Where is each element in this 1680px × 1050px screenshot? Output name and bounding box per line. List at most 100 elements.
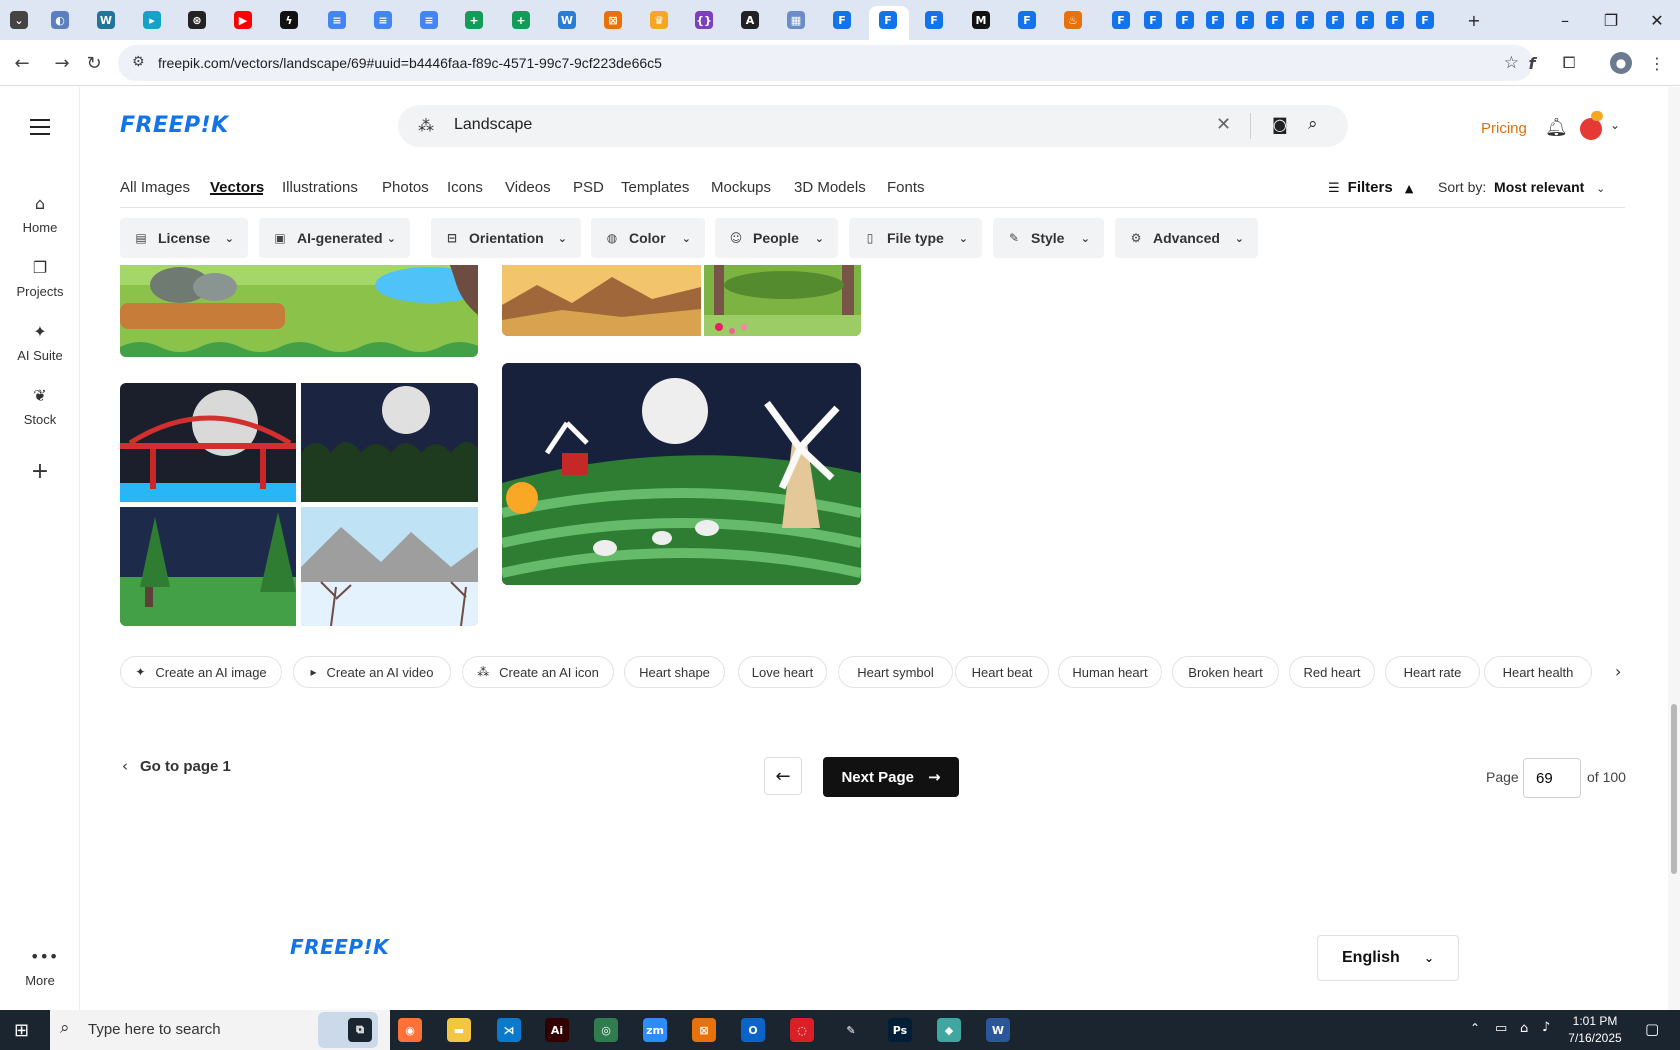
app-tab-icon[interactable]: ▸ [143, 11, 161, 29]
sheets-tab-icon[interactable]: + [465, 11, 483, 29]
close-window-button[interactable]: ✕ [1634, 8, 1680, 32]
related-tag[interactable]: ▸ Create an AI video [293, 656, 451, 688]
result-thumbnail[interactable] [120, 507, 296, 626]
freepik-tab-icon[interactable]: F [879, 11, 897, 29]
taskbar-clock[interactable]: 1:01 PM 7/16/2025 [1555, 1013, 1635, 1047]
sort-dropdown[interactable]: Sort by: Most relevant ⌄ [1438, 179, 1605, 195]
camera-search-icon[interactable]: ◙ [1272, 115, 1288, 134]
result-thumbnail[interactable] [301, 383, 478, 502]
sheets-tab-icon[interactable]: + [512, 11, 530, 29]
tab-videos[interactable]: Videos [505, 179, 551, 196]
tab-templates[interactable]: Templates [621, 179, 689, 196]
tab-mockups[interactable]: Mockups [711, 179, 771, 196]
tab-fonts[interactable]: Fonts [887, 179, 925, 196]
address-bar[interactable]: ⚙ freepik.com/vectors/landscape/69#uuid=… [118, 45, 1533, 81]
freepik-tab-icon[interactable]: F [1386, 11, 1404, 29]
language-selector[interactable]: English ⌄ [1317, 935, 1459, 981]
bolt-tab-icon[interactable]: ϟ [280, 11, 298, 29]
app-tab-icon[interactable]: A [741, 11, 759, 29]
search-type-icon[interactable]: ⁂ [418, 116, 434, 135]
tab-3d-models[interactable]: 3D Models [794, 179, 866, 196]
freepik-tab-icon[interactable]: F [1326, 11, 1344, 29]
related-tag[interactable]: Heart rate [1385, 656, 1480, 688]
wordpress-tab-icon[interactable]: W [97, 11, 115, 29]
result-thumbnail[interactable] [502, 363, 861, 585]
illustrator-icon[interactable]: Ai [545, 1018, 569, 1042]
related-tag[interactable]: Heart shape [624, 656, 725, 688]
clear-search-icon[interactable]: ✕ [1216, 114, 1231, 135]
extension-f-icon[interactable]: f [1521, 52, 1543, 74]
app-icon[interactable]: ◆ [937, 1018, 961, 1042]
new-tab-button[interactable]: + [1451, 8, 1497, 32]
freepik-tab-icon[interactable]: F [925, 11, 943, 29]
tab-photos[interactable]: Photos [382, 179, 429, 196]
browser-tab-icon[interactable]: ◐ [51, 11, 69, 29]
related-tag[interactable]: ✦ Create an AI image [120, 656, 282, 688]
reload-icon[interactable]: ↻ [80, 50, 108, 76]
related-tag[interactable]: Heart beat [955, 656, 1049, 688]
related-tag[interactable]: Broken heart [1172, 656, 1279, 688]
site-info-icon[interactable]: ⚙ [132, 54, 145, 70]
chrome-icon[interactable]: ◎ [594, 1018, 618, 1042]
filter-ai-generated[interactable]: ▣ AI-generated ⌄ [259, 218, 410, 258]
creative-cloud-icon[interactable]: ◌ [790, 1018, 814, 1042]
back-icon[interactable]: ← [8, 50, 36, 76]
notifications-bell-icon[interactable]: 🔔︎ [1545, 117, 1568, 138]
windows-start-icon[interactable]: ⊞ [14, 1020, 29, 1041]
pricing-link[interactable]: Pricing [1481, 120, 1527, 137]
minimize-button[interactable]: – [1542, 8, 1588, 32]
crown-tab-icon[interactable]: ♛ [650, 11, 668, 29]
add-icon[interactable]: + [0, 459, 80, 484]
freepik-tab-icon[interactable]: F [1236, 11, 1254, 29]
extensions-icon[interactable]: ⧠ [1558, 52, 1580, 74]
chrome-menu-icon[interactable]: ⋮ [1646, 52, 1668, 74]
file-explorer-icon[interactable]: ▬ [447, 1018, 471, 1042]
freepik-tab-icon[interactable]: F [1144, 11, 1162, 29]
related-tag[interactable]: Heart symbol [838, 656, 953, 688]
app-tab-icon[interactable]: ♨ [1064, 11, 1082, 29]
firefox-icon[interactable]: ◉ [398, 1018, 422, 1042]
previous-page-button[interactable]: ← [764, 757, 802, 795]
chrome-menu-icon[interactable]: ⌄ [10, 11, 28, 29]
sidebar-item-stock[interactable]: ❦ Stock [0, 386, 80, 427]
word-icon[interactable]: W [986, 1018, 1010, 1042]
docs-tab-icon[interactable]: ≡ [420, 11, 438, 29]
hamburger-menu-icon[interactable] [30, 119, 50, 135]
user-avatar[interactable] [1580, 118, 1602, 140]
zoom-icon[interactable]: zm [643, 1018, 667, 1042]
tab-psd[interactable]: PSD [573, 179, 604, 196]
result-thumbnail[interactable] [704, 265, 861, 336]
result-thumbnail[interactable] [502, 265, 701, 336]
vscode-icon[interactable]: ⋊ [497, 1018, 521, 1042]
tray-chevron-icon[interactable]: ⌃ [1470, 1021, 1480, 1035]
sidebar-item-more[interactable]: ••• More [0, 947, 80, 988]
youtube-tab-icon[interactable]: ▶ [234, 11, 252, 29]
app-tab-icon[interactable]: ⊠ [604, 11, 622, 29]
tray-volume-icon[interactable]: ♪ [1542, 1020, 1550, 1035]
filter-advanced[interactable]: ⚙ Advanced ⌄ [1115, 218, 1258, 258]
sidebar-item-ai-suite[interactable]: ✦ AI Suite [0, 322, 80, 363]
filter-color[interactable]: ◍ Color ⌄ [591, 218, 705, 258]
chevron-right-icon[interactable]: › [1615, 662, 1621, 681]
outlook-icon[interactable]: O [741, 1018, 765, 1042]
filter-orientation[interactable]: ⊟ Orientation ⌄ [431, 218, 581, 258]
go-to-page-1-link[interactable]: ‹ Go to page 1 [122, 757, 231, 775]
next-page-button[interactable]: Next Page → [823, 757, 959, 797]
pen-icon[interactable]: ✎ [839, 1018, 863, 1042]
chatgpt-tab-icon[interactable]: ⊛ [188, 11, 206, 29]
freepik-logo[interactable]: FREEP!K [120, 113, 229, 138]
filter-people[interactable]: ☺ People ⌄ [715, 218, 838, 258]
freepik-tab-icon[interactable]: F [1018, 11, 1036, 29]
medium-tab-icon[interactable]: M [972, 11, 990, 29]
tray-network-icon[interactable]: ▭ [1495, 1021, 1507, 1036]
filter-style[interactable]: ✎ Style ⌄ [993, 218, 1104, 258]
result-thumbnail[interactable] [120, 265, 478, 357]
related-tag[interactable]: Heart health [1484, 656, 1592, 688]
related-tag[interactable]: Red heart [1289, 656, 1375, 688]
freepik-tab-icon[interactable]: F [833, 11, 851, 29]
sidebar-item-home[interactable]: ⌂ Home [0, 194, 80, 235]
related-tag[interactable]: Human heart [1058, 656, 1162, 688]
filter-license[interactable]: ▤ License ⌄ [120, 218, 248, 258]
search-icon[interactable]: ⌕ [1308, 114, 1318, 134]
tab-illustrations[interactable]: Illustrations [282, 179, 358, 196]
